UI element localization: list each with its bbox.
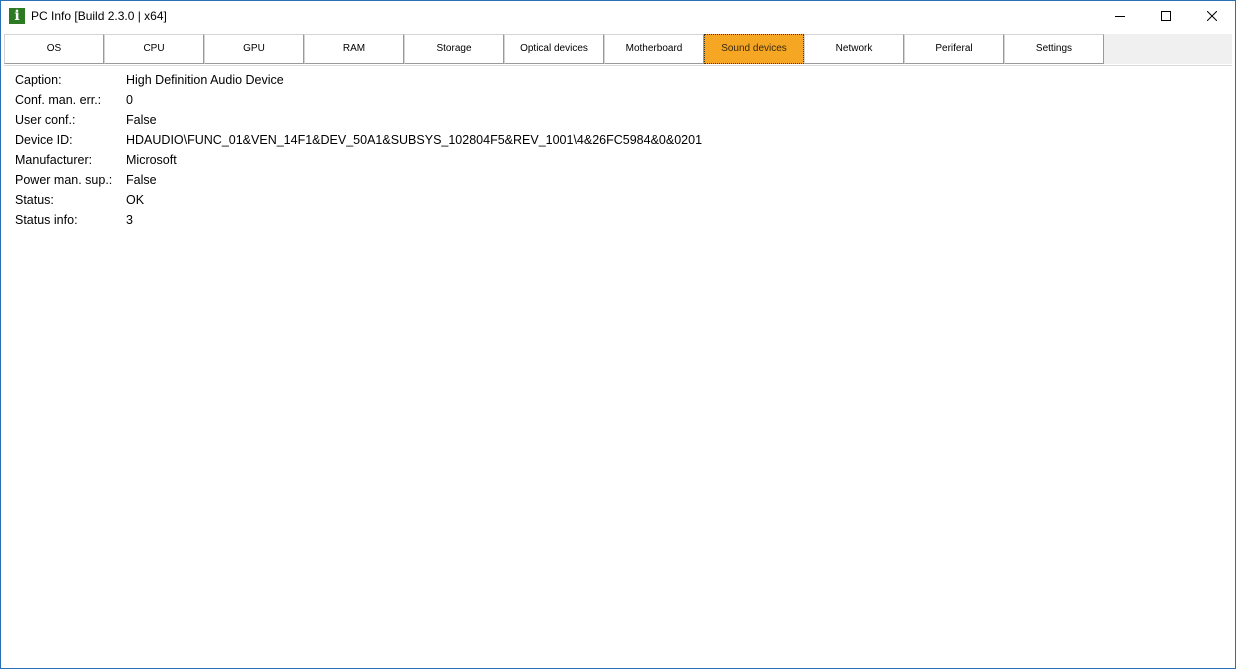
window-title: PC Info [Build 2.3.0 | x64] (31, 9, 167, 23)
property-label: Conf. man. err.: (15, 93, 102, 107)
property-value: 0 (126, 93, 133, 107)
property-row: Status info: 3 (4, 210, 1232, 230)
tab-periferal[interactable]: Periferal (904, 34, 1004, 64)
close-button[interactable] (1189, 1, 1235, 32)
tab-network[interactable]: Network (804, 34, 904, 64)
property-row: Status: OK (4, 190, 1232, 210)
app-window: i PC Info [Build 2.3.0 | x64] OS CPU GPU… (0, 0, 1236, 669)
property-value: False (126, 173, 157, 187)
property-label: User conf.: (15, 113, 76, 127)
property-row: Device ID: HDAUDIO\FUNC_01&VEN_14F1&DEV_… (4, 130, 1232, 150)
tab-bar: OS CPU GPU RAM Storage Optical devices M… (4, 34, 1232, 64)
sound-device-info-panel: Caption: High Definition Audio Device Co… (4, 65, 1232, 666)
property-row: User conf.: False (4, 110, 1232, 130)
property-value: 3 (126, 213, 133, 227)
tab-motherboard[interactable]: Motherboard (604, 34, 704, 64)
property-label: Manufacturer: (15, 153, 93, 167)
property-row: Conf. man. err.: 0 (4, 90, 1232, 110)
property-value: HDAUDIO\FUNC_01&VEN_14F1&DEV_50A1&SUBSYS… (126, 133, 703, 147)
tab-sound-devices[interactable]: Sound devices (704, 34, 804, 64)
minimize-icon (1115, 16, 1125, 17)
tab-cpu[interactable]: CPU (104, 34, 204, 64)
tab-os[interactable]: OS (4, 34, 104, 64)
property-value: OK (126, 193, 145, 207)
property-label: Power man. sup.: (15, 173, 113, 187)
property-row: Caption: High Definition Audio Device (4, 70, 1232, 90)
minimize-button[interactable] (1097, 1, 1143, 32)
info-icon: i (9, 8, 25, 24)
tab-optical-devices[interactable]: Optical devices (504, 34, 604, 64)
property-row: Manufacturer: Microsoft (4, 150, 1232, 170)
property-label: Device ID: (15, 133, 73, 147)
tab-gpu[interactable]: GPU (204, 34, 304, 64)
tab-storage[interactable]: Storage (404, 34, 504, 64)
property-value: Microsoft (126, 153, 177, 167)
property-label: Status info: (15, 213, 78, 227)
property-row: Power man. sup.: False (4, 170, 1232, 190)
maximize-button[interactable] (1143, 1, 1189, 32)
maximize-icon (1161, 11, 1171, 21)
title-bar[interactable]: i PC Info [Build 2.3.0 | x64] (1, 1, 1235, 32)
property-label: Caption: (15, 73, 62, 87)
property-label: Status: (15, 193, 54, 207)
property-value: High Definition Audio Device (126, 73, 284, 87)
tab-settings[interactable]: Settings (1004, 34, 1104, 64)
property-value: False (126, 113, 157, 127)
close-icon (1207, 11, 1217, 21)
tab-ram[interactable]: RAM (304, 34, 404, 64)
